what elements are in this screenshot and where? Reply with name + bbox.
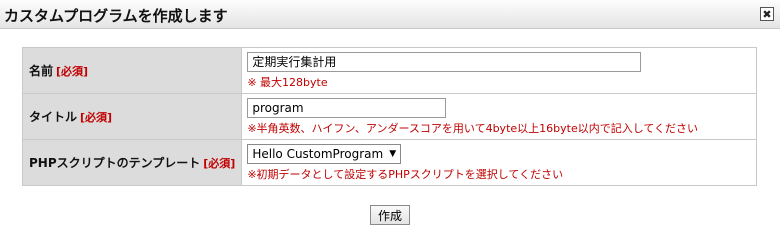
form-row-template: PHPスクリプトのテンプレート [必須] Hello CustomProgram … bbox=[21, 139, 757, 186]
form-row-name: 名前 [必須] 定期実行集計用 ※ 最大128byte bbox=[21, 47, 757, 94]
field-cell-name: 定期実行集計用 ※ 最大128byte bbox=[241, 47, 757, 94]
name-label: 名前 bbox=[29, 64, 54, 78]
template-selected-value: Hello CustomProgram bbox=[252, 147, 384, 161]
template-note: ※初期データとして設定するPHPスクリプトを選択してください bbox=[247, 168, 564, 181]
required-badge: [必須] bbox=[56, 65, 89, 78]
title-note: ※半角英数、ハイフン、アンダースコアを用いて4byte以上16byte以内で記入… bbox=[247, 122, 699, 135]
close-button[interactable]: ✖ bbox=[760, 7, 774, 21]
dialog-title: カスタムプログラムを作成します bbox=[4, 7, 228, 25]
program-form-table: 名前 [必須] 定期実行集計用 ※ 最大128byte タイトル [必須] prog… bbox=[21, 47, 757, 186]
required-badge: [必須] bbox=[80, 111, 113, 124]
template-select[interactable]: Hello CustomProgram ▼ bbox=[247, 144, 402, 164]
create-button[interactable]: 作成 bbox=[370, 205, 410, 225]
title-label: タイトル bbox=[29, 110, 78, 124]
template-label: PHPスクリプトのテンプレート bbox=[29, 156, 201, 170]
dropdown-arrow-icon: ▼ bbox=[389, 149, 397, 159]
close-icon: ✖ bbox=[762, 7, 772, 21]
name-note: ※ 最大128byte bbox=[247, 76, 328, 89]
required-badge: [必須] bbox=[203, 157, 236, 170]
field-label-title: タイトル [必須] bbox=[21, 93, 243, 140]
title-input[interactable]: program bbox=[247, 98, 447, 118]
field-cell-title: program ※半角英数、ハイフン、アンダースコアを用いて4byte以上16b… bbox=[241, 93, 757, 140]
field-label-name: 名前 [必須] bbox=[21, 47, 243, 94]
field-cell-template: Hello CustomProgram ▼ ※初期データとして設定するPHPスク… bbox=[241, 139, 757, 186]
field-label-template: PHPスクリプトのテンプレート [必須] bbox=[21, 139, 243, 186]
form-row-title: タイトル [必須] program ※半角英数、ハイフン、アンダースコアを用いて4… bbox=[21, 93, 757, 140]
name-input[interactable]: 定期実行集計用 bbox=[247, 52, 642, 72]
dialog-titlebar: カスタムプログラムを作成します ✖ bbox=[0, 0, 780, 29]
